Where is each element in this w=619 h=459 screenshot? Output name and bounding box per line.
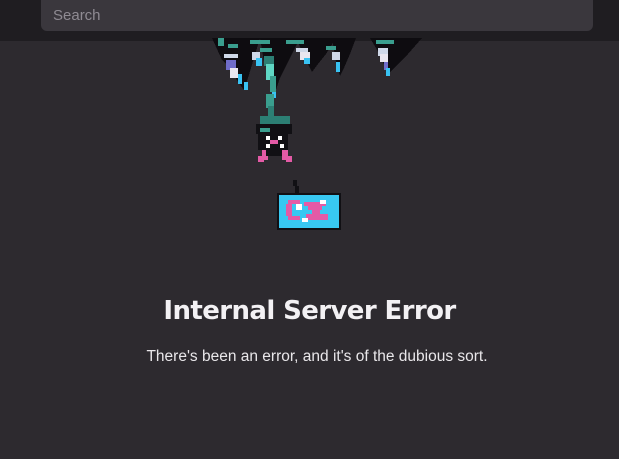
error-title: Internal Server Error: [163, 296, 456, 326]
top-navigation-bar: [0, 0, 619, 41]
vine-icon: [266, 94, 274, 116]
pixel-bat-hanging-from-cave-icon: [212, 38, 422, 230]
speech-bubble-icon: [277, 180, 341, 230]
error-page: Internal Server Error There's been an er…: [0, 0, 619, 459]
error-message: There's been an error, and it's of the d…: [146, 348, 488, 365]
stalactites-icon: [212, 38, 422, 98]
search-input[interactable]: [41, 0, 593, 31]
bat-icon: [256, 116, 292, 162]
